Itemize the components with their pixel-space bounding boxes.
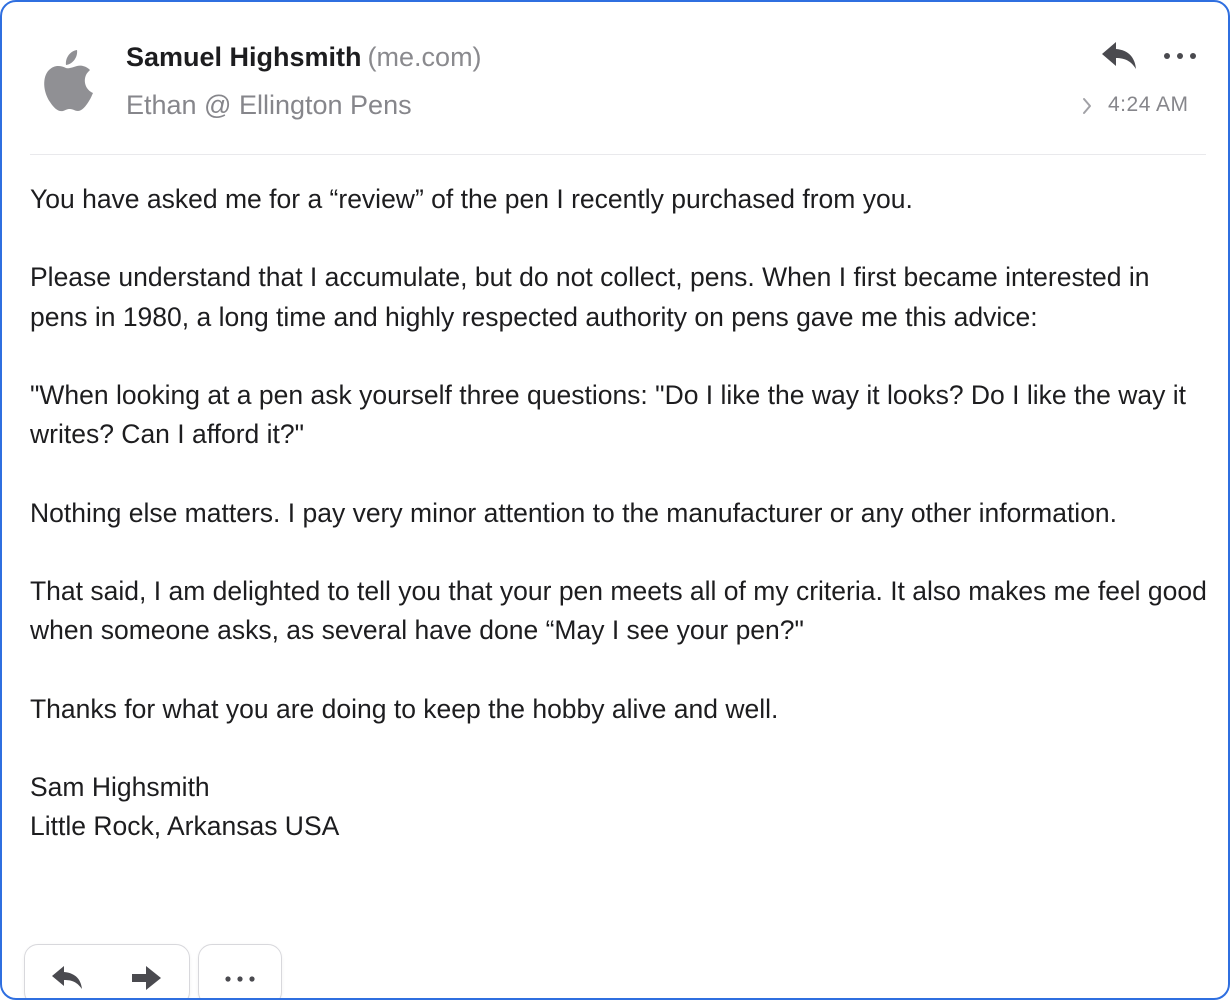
header-divider [30, 154, 1206, 155]
signature-location: Little Rock, Arkansas USA [30, 811, 340, 842]
body-paragraph: That said, I am delighted to tell you th… [30, 575, 1207, 646]
more-icon[interactable] [1160, 42, 1200, 70]
body-paragraph: "When looking at a pen ask yourself thre… [30, 379, 1186, 450]
forward-icon[interactable] [129, 963, 163, 998]
footer-reply-forward-group [24, 944, 190, 998]
chevron-right-icon[interactable] [1080, 96, 1094, 116]
body-paragraph: Thanks for what you are doing to keep th… [30, 693, 779, 724]
sender-name[interactable]: Samuel Highsmith [126, 42, 362, 72]
apple-logo-icon [38, 48, 94, 114]
message-body: You have asked me for a “review” of the … [30, 180, 1212, 846]
signature-name: Sam Highsmith [30, 771, 210, 802]
sender-domain: (me.com) [367, 42, 482, 72]
reply-icon[interactable] [1100, 38, 1140, 74]
footer-more-group [198, 944, 282, 998]
timestamp: 4:24 AM [1108, 93, 1189, 116]
sender-line: Samuel Highsmith (me.com) [126, 42, 482, 73]
body-paragraph: You have asked me for a “review” of the … [30, 184, 913, 214]
message-card: Samuel Highsmith (me.com) Ethan @ Ellingt… [0, 0, 1230, 1000]
more-icon[interactable] [221, 969, 259, 994]
recipient-line[interactable]: Ethan @ Ellington Pens [126, 90, 412, 121]
body-paragraph: Please understand that I accumulate, but… [30, 262, 1150, 332]
reply-icon[interactable] [51, 963, 85, 998]
body-paragraph: Nothing else matters. I pay very minor a… [30, 497, 1118, 528]
